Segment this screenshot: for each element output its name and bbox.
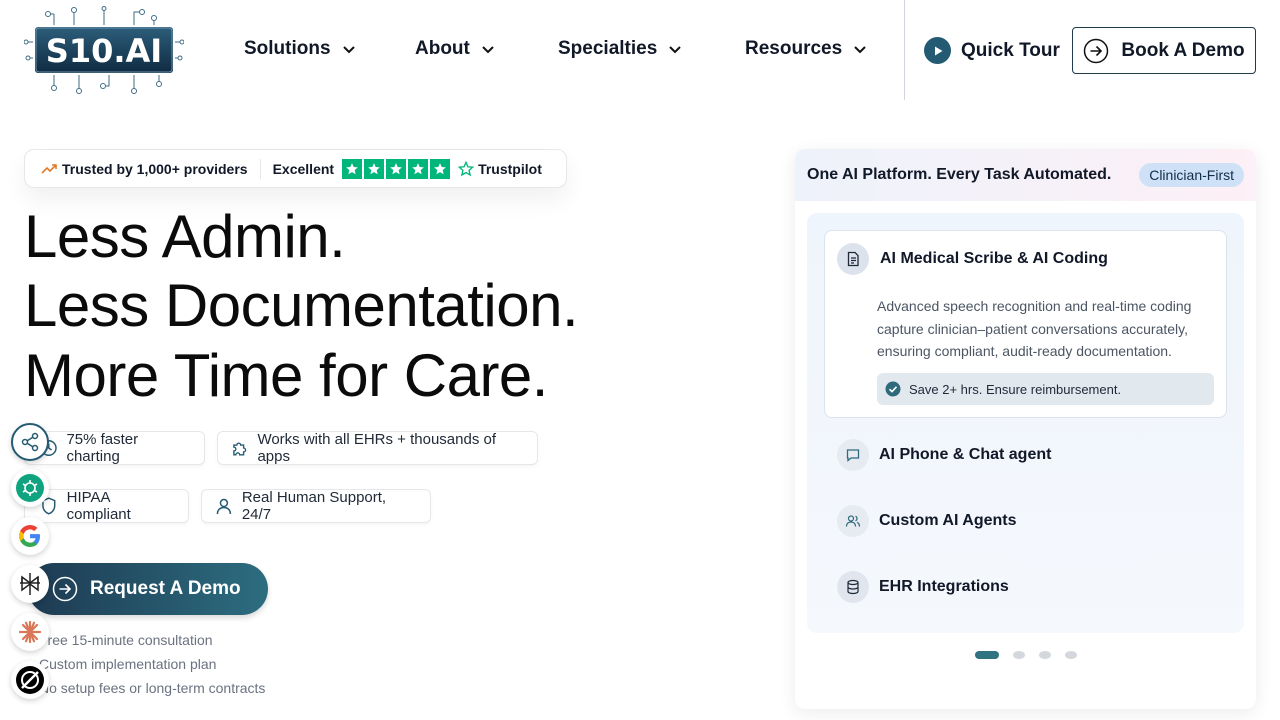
nav-divider	[904, 0, 905, 100]
trust-bar: Trusted by 1,000+ providers Excellent Tr…	[24, 149, 567, 188]
feature-item-ehr-integrations[interactable]: EHR Integrations	[824, 563, 1227, 613]
hero-line-3: More Time for Care.	[24, 342, 548, 409]
trustpilot-stars	[342, 158, 451, 179]
star-icon	[342, 158, 363, 179]
card-title: One AI Platform. Every Task Automated.	[807, 166, 1112, 183]
feature-title: EHR Integrations	[879, 578, 1009, 595]
feature-chip-support: Real Human Support, 24/7	[201, 489, 431, 523]
feature-benefit: Save 2+ hrs. Ensure reimbursement.	[877, 373, 1214, 405]
nav-about[interactable]: About	[415, 38, 496, 60]
document-icon	[837, 243, 869, 275]
quick-tour-button[interactable]: Quick Tour	[924, 37, 1060, 64]
arrow-right-circle-icon	[52, 576, 78, 602]
cta-bullet: No setup fees or long-term contracts	[39, 680, 266, 696]
feature-chip-ehr: Works with all EHRs + thousands of apps	[217, 431, 538, 465]
card-header: One AI Platform. Every Task Automated. C…	[795, 149, 1256, 201]
grok-icon[interactable]	[11, 661, 49, 699]
database-icon	[837, 571, 869, 603]
play-icon	[924, 37, 951, 64]
chip-label: Real Human Support, 24/7	[241, 489, 387, 523]
users-icon	[837, 505, 869, 537]
carousel-dot[interactable]	[1065, 651, 1077, 659]
trustpilot-label: Trustpilot	[478, 160, 542, 177]
star-icon	[364, 158, 385, 179]
feature-title: Custom AI Agents	[879, 512, 1017, 529]
cta-bullet: Custom implementation plan	[39, 656, 217, 672]
carousel-dot[interactable]	[1013, 651, 1025, 659]
cta-bullet: Free 15-minute consultation	[39, 632, 213, 648]
feature-item-medical-scribe[interactable]: AI Medical Scribe & AI Coding Advanced s…	[824, 230, 1227, 418]
feature-item-custom-agents[interactable]: Custom AI Agents	[824, 497, 1227, 547]
chevron-down-icon	[342, 46, 355, 54]
feature-title: AI Phone & Chat agent	[879, 446, 1052, 463]
feature-item-phone-chat[interactable]: AI Phone & Chat agent	[824, 431, 1227, 481]
check-circle-icon	[885, 381, 901, 397]
star-icon	[386, 158, 407, 179]
nav-resources[interactable]: Resources	[745, 38, 868, 60]
carousel-dot-active[interactable]	[975, 651, 999, 659]
trustpilot-star-icon	[458, 160, 475, 176]
nav-specialties[interactable]: Specialties	[558, 38, 683, 60]
feature-chip-charting: 75% faster charting	[24, 431, 205, 465]
chevron-down-icon	[482, 46, 494, 54]
nav-label: Resources	[745, 38, 843, 59]
nav-label: Specialties	[558, 38, 658, 59]
feature-chip-hipaa: HIPAA compliant	[24, 489, 189, 523]
svg-text:S10.AI: S10.AI	[46, 32, 162, 70]
request-demo-label: Request A Demo	[90, 578, 241, 599]
platform-card: One AI Platform. Every Task Automated. C…	[795, 149, 1256, 709]
chatgpt-icon[interactable]	[11, 469, 49, 507]
chip-label: HIPAA compliant	[66, 489, 131, 523]
hero-line-2: Less Documentation.	[24, 272, 579, 339]
trust-divider	[259, 158, 261, 179]
quick-tour-label: Quick Tour	[961, 39, 1060, 61]
brand-logo[interactable]: S10.AI	[23, 6, 185, 94]
feature-benefit-text: Save 2+ hrs. Ensure reimbursement.	[909, 381, 1122, 397]
nav-label: Solutions	[244, 38, 331, 59]
chevron-down-icon	[854, 46, 866, 54]
clinician-first-badge: Clinician-First	[1139, 163, 1244, 187]
feature-list: AI Medical Scribe & AI Coding Advanced s…	[807, 213, 1244, 633]
carousel-dot[interactable]	[1039, 651, 1051, 659]
user-icon	[216, 498, 232, 514]
trusted-providers-text: Trusted by 1,000+ providers	[62, 160, 248, 177]
star-icon	[430, 158, 451, 179]
request-demo-button[interactable]: Request A Demo	[28, 563, 268, 615]
feature-description: Advanced speech recognition and real-tim…	[877, 298, 1192, 359]
chevron-down-icon	[669, 46, 681, 54]
rating-word: Excellent	[272, 160, 335, 177]
arrow-right-circle-icon	[1084, 38, 1109, 63]
nav-label: About	[415, 38, 470, 59]
chat-icon	[837, 439, 869, 471]
claude-icon[interactable]	[11, 613, 49, 651]
nav-solutions[interactable]: Solutions	[244, 38, 357, 60]
carousel-dots	[975, 651, 1077, 659]
book-demo-label: Book A Demo	[1121, 39, 1245, 61]
chip-label: 75% faster charting	[66, 431, 139, 465]
feature-title: AI Medical Scribe & AI Coding	[880, 250, 1108, 267]
trending-up-icon	[41, 163, 57, 174]
share-icon[interactable]	[11, 423, 49, 461]
site-header: S10.AI Solutions About Specialties Resou…	[0, 0, 1280, 100]
google-icon[interactable]	[11, 517, 49, 555]
book-demo-button[interactable]: Book A Demo	[1072, 27, 1256, 74]
chip-label: Works with all EHRs + thousands of apps	[257, 431, 497, 465]
perplexity-icon[interactable]	[11, 565, 49, 603]
hero-line-1: Less Admin.	[24, 203, 346, 270]
trustpilot-link[interactable]: Trustpilot	[458, 160, 542, 177]
puzzle-icon	[233, 442, 247, 456]
star-icon	[408, 158, 429, 179]
